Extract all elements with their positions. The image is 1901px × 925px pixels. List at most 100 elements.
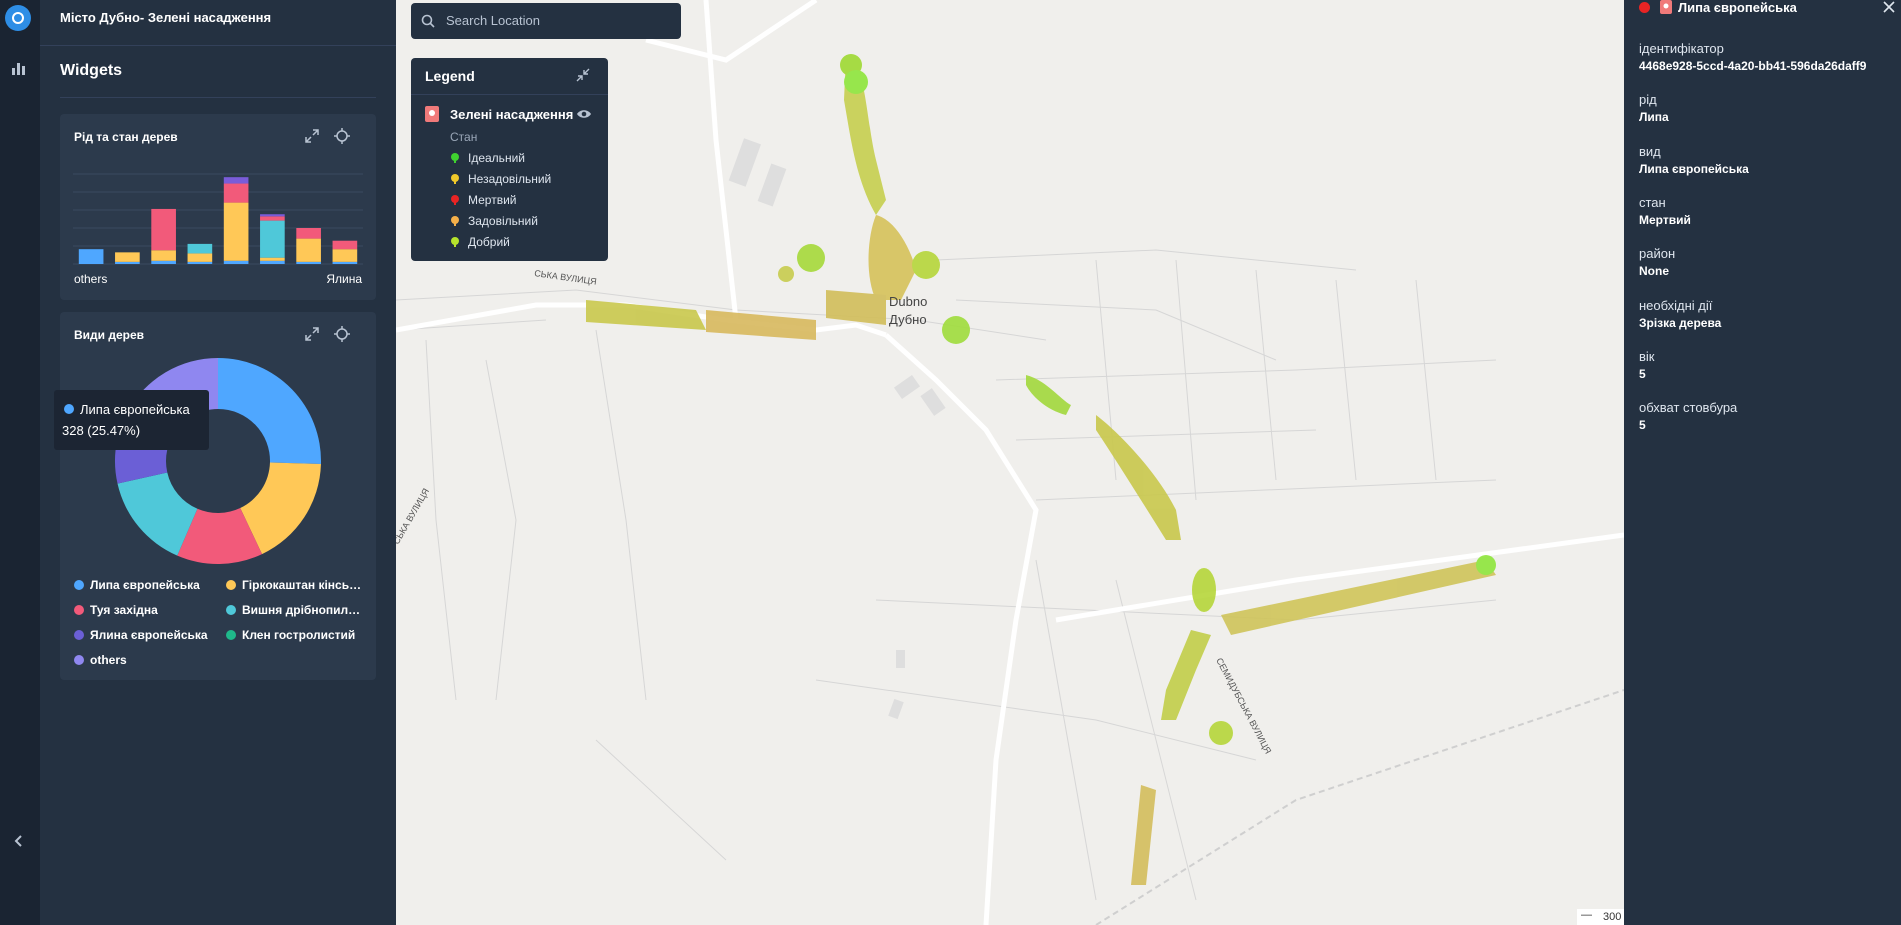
collapse-legend-icon[interactable] [575, 67, 591, 83]
bar-segment[interactable] [115, 261, 140, 264]
field-label: обхват стовбура [1639, 400, 1738, 416]
legend-layer-name: Зелені насадження [450, 107, 574, 122]
locate-icon[interactable] [334, 326, 350, 342]
collapse-panel-icon[interactable] [8, 830, 30, 852]
legend-item: Мертвий [450, 193, 517, 207]
bar-segment[interactable] [260, 216, 285, 221]
tree-icon [451, 174, 459, 184]
legend-swatch [226, 630, 236, 640]
legend-item-label: Мертвий [468, 193, 517, 207]
bar-segment[interactable] [260, 260, 285, 264]
x-axis-label-last: Ялина [326, 272, 362, 286]
bar-segment[interactable] [260, 257, 285, 261]
x-axis-label-first: others [74, 272, 108, 286]
app-logo-icon[interactable] [5, 5, 31, 31]
legend-label: Туя західна [90, 603, 158, 617]
eye-icon[interactable] [576, 108, 592, 120]
bar-segment[interactable] [223, 183, 249, 203]
widget-title: Види дерев [74, 328, 145, 342]
species-legend-item[interactable]: Гіркокаштан кінськ... [226, 578, 364, 592]
species-legend-item[interactable]: Липа європейська [74, 578, 200, 592]
donut-slice[interactable] [218, 358, 321, 465]
map-scale: ― 300 [1577, 909, 1624, 925]
legend-group-label: Стан [450, 130, 478, 144]
genus-bar-chart [73, 173, 363, 265]
legend-item-label: Добрий [468, 235, 510, 249]
bar-segment[interactable] [223, 260, 249, 264]
species-legend-item[interactable]: Туя західна [74, 603, 158, 617]
bar-segment[interactable] [260, 220, 285, 258]
bar-segment[interactable] [187, 253, 213, 262]
widget-title: Рід та стан дерев [74, 130, 178, 144]
app-title: Місто Дубно- Зелені насадження [60, 10, 272, 25]
close-icon[interactable] [1882, 0, 1896, 14]
tooltip-name: Липа європейська [80, 402, 190, 417]
divider [411, 94, 608, 95]
expand-icon[interactable] [304, 128, 320, 144]
species-legend-item[interactable]: Клен гостролистий [226, 628, 355, 642]
city-label-latin: Dubno [889, 294, 927, 309]
widgets-sidebar: Місто Дубно- Зелені насадження Widgets Р… [40, 0, 396, 925]
widgets-chart-icon[interactable] [8, 58, 30, 80]
legend-swatch [226, 605, 236, 615]
bar-segment[interactable] [332, 240, 358, 250]
bar-segment[interactable] [115, 252, 140, 262]
tree-icon [451, 216, 459, 226]
field-label: необхідні дії [1639, 297, 1713, 313]
species-donut-chart [115, 358, 321, 564]
bar-segment[interactable] [296, 261, 321, 264]
field-value: Мертвий [1639, 212, 1691, 227]
legend-swatch [74, 630, 84, 640]
species-legend-item[interactable]: Ялина європейська [74, 628, 208, 642]
street-label: СЬКА ВУЛИЦЯ [534, 268, 598, 287]
search-location-input[interactable]: Search Location [411, 3, 681, 39]
bar-segment[interactable] [151, 260, 176, 264]
bar-segment[interactable] [223, 202, 249, 261]
tree-icon [451, 237, 459, 247]
bar-segment[interactable] [78, 249, 104, 264]
field-label: стан [1639, 194, 1666, 210]
bar-segment[interactable] [151, 208, 176, 251]
tooltip-swatch [64, 404, 74, 414]
bar-segment[interactable] [151, 250, 176, 261]
legend-item-label: Задовільний [468, 214, 538, 228]
expand-icon[interactable] [304, 326, 320, 342]
legend-label: others [90, 653, 127, 667]
species-widget: Види дерев Липа європейська Гіркокаштан к… [60, 312, 376, 680]
field-value: Зрізка дерева [1639, 315, 1722, 330]
field-value: 4468e928-5ccd-4a20-bb41-596da26daff9 [1639, 59, 1867, 73]
legend-item: Задовільний [450, 214, 538, 228]
legend-swatch [74, 605, 84, 615]
scale-value: 300 [1603, 911, 1622, 923]
divider [60, 97, 376, 98]
bar-segment[interactable] [223, 177, 249, 184]
bar-segment[interactable] [332, 249, 358, 262]
icon-rail [0, 0, 40, 925]
species-legend-item[interactable]: Вишня дрібнопиль... [226, 603, 364, 617]
bar-segment[interactable] [187, 261, 213, 264]
scale-line-icon: ― [1581, 909, 1592, 921]
bar-segment[interactable] [187, 243, 213, 254]
bar-segment[interactable] [260, 214, 285, 217]
search-icon [421, 14, 435, 28]
locate-icon[interactable] [334, 128, 350, 144]
bar-segment[interactable] [296, 228, 321, 239]
field-value: 5 [1639, 418, 1646, 433]
legend-swatch [74, 655, 84, 665]
layer-pin-icon [425, 106, 439, 122]
bar-segment[interactable] [296, 238, 321, 262]
field-value: None [1639, 264, 1669, 279]
field-value: Липа європейська [1639, 161, 1749, 176]
tooltip-value: 328 (25.47%) [62, 423, 141, 438]
field-value: 5 [1639, 366, 1646, 381]
field-label: вид [1639, 143, 1661, 159]
legend-label: Клен гостролистий [242, 628, 356, 642]
legend-label: Вишня дрібнопиль... [242, 603, 364, 617]
legend-swatch [226, 580, 236, 590]
widgets-heading: Widgets [60, 62, 123, 79]
legend-item-label: Незадовільний [468, 172, 552, 186]
tree-icon [451, 195, 459, 205]
species-legend-item[interactable]: others [74, 653, 127, 667]
field-value: Липа [1639, 110, 1669, 125]
bar-segment[interactable] [332, 261, 358, 264]
